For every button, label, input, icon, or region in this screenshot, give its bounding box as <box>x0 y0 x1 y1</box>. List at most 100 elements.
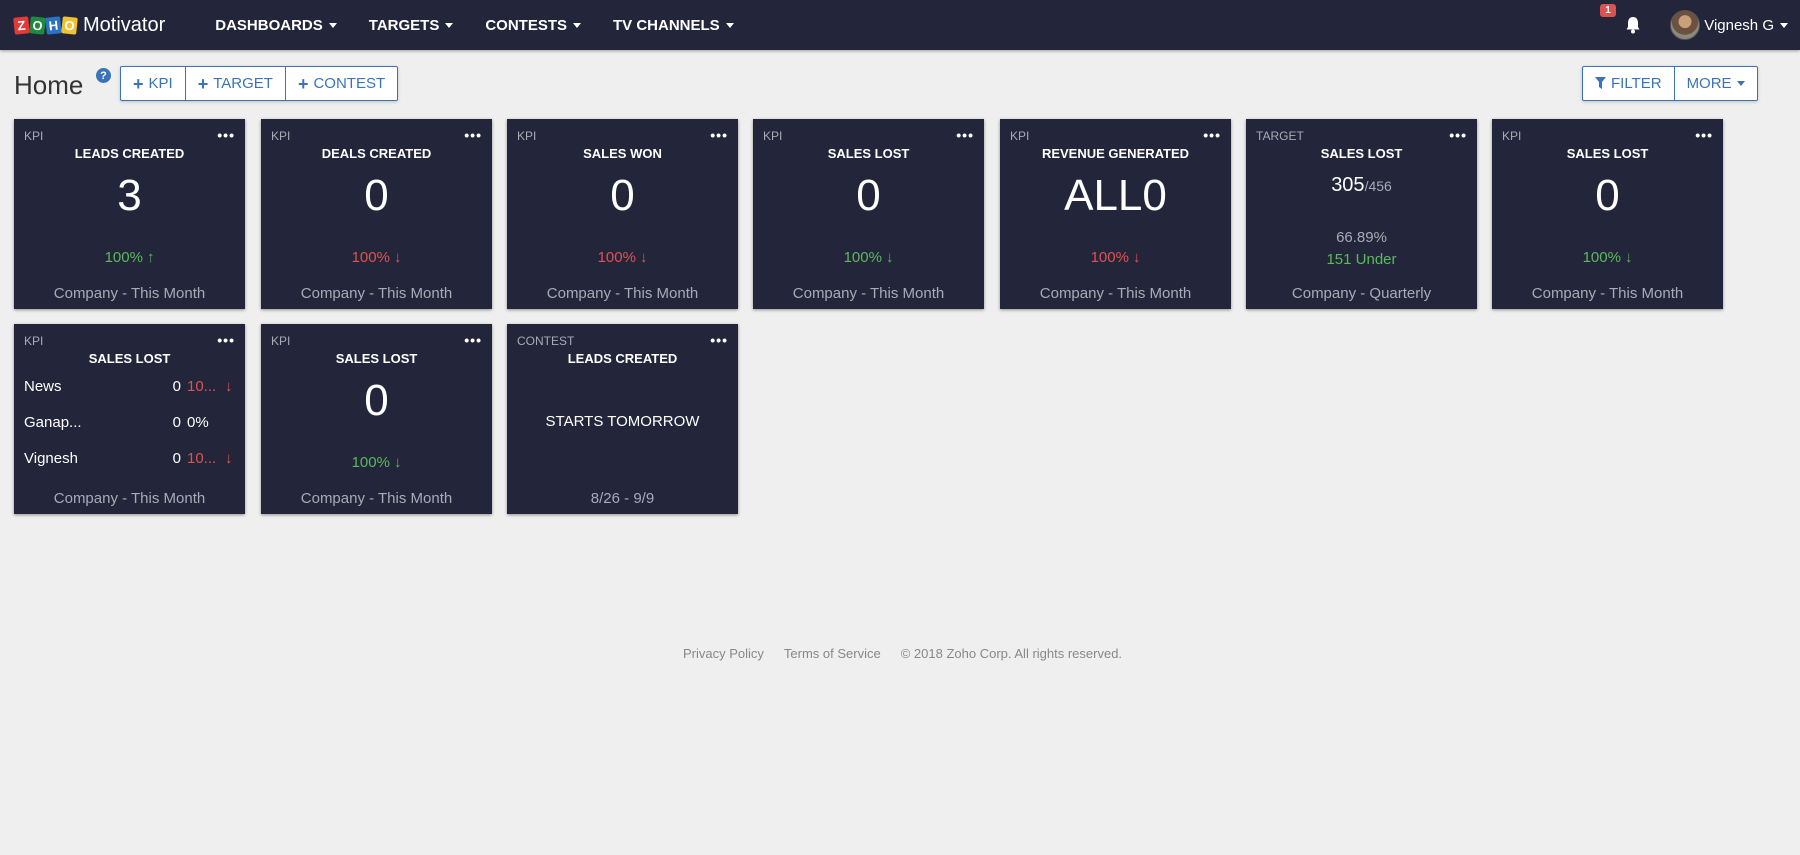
nav-contests[interactable]: CONTESTS <box>485 17 582 34</box>
card-footer: Company - This Month <box>53 490 206 507</box>
card-title: LEADS CREATED <box>567 351 678 366</box>
more-options-icon[interactable]: ••• <box>464 127 482 143</box>
card-change: 100% ↓ <box>351 454 402 471</box>
card-footer: Company - This Month <box>792 285 945 302</box>
nav-targets[interactable]: TARGETS <box>369 17 454 34</box>
card-value: 3 <box>117 171 142 220</box>
card-title: SALES WON <box>583 146 662 161</box>
arrow-down-icon: ↓ <box>225 377 233 395</box>
caret-down-icon <box>328 22 337 28</box>
kpi-card-revenue-generated[interactable]: KPI ••• REVENUE GENERATED ALL0 100% ↓ Com… <box>1000 119 1231 309</box>
card-footer: Company - This Month <box>53 285 206 302</box>
filter-button[interactable]: FILTER <box>1583 67 1675 100</box>
nav-tv-channels[interactable]: TV CHANNELS <box>613 17 734 34</box>
caret-down-icon <box>573 22 582 28</box>
card-title: REVENUE GENERATED <box>1041 146 1190 161</box>
more-options-icon[interactable]: ••• <box>956 127 974 143</box>
bell-icon <box>1626 17 1640 34</box>
card-footer: Company - This Month <box>300 285 453 302</box>
kpi-card-sales-lost-list[interactable]: KPI ••• SALES LOST News 0 10... ↓ Ganap.… <box>14 324 245 514</box>
card-type: KPI <box>1502 129 1522 143</box>
card-footer: Company - This Month <box>300 490 453 507</box>
card-title: SALES LOST <box>335 351 418 366</box>
card-title: SALES LOST <box>1566 146 1649 161</box>
kpi-card-sales-lost-2[interactable]: KPI ••• SALES LOST 0 100% ↓ Company - Thi… <box>1492 119 1723 309</box>
terms-of-service-link[interactable]: Terms of Service <box>784 646 881 661</box>
kpi-card-sales-won[interactable]: KPI ••• SALES WON 0 100% ↓ Company - This… <box>507 119 738 309</box>
card-change: 100% ↓ <box>1582 249 1633 266</box>
privacy-policy-link[interactable]: Privacy Policy <box>683 646 764 661</box>
card-type: CONTEST <box>517 334 575 348</box>
card-value: 0 <box>610 171 635 220</box>
filter-button-group: FILTER MORE <box>1582 66 1758 101</box>
caret-down-icon <box>725 22 734 28</box>
more-options-icon[interactable]: ••• <box>1203 127 1221 143</box>
list-item: Ganap... 0 0% <box>24 413 209 431</box>
caret-down-icon <box>1736 81 1745 86</box>
more-button[interactable]: MORE <box>1675 67 1757 100</box>
target-percent: 66.89% <box>1336 229 1387 246</box>
list-item: Vignesh 0 10... ↓ <box>24 448 239 468</box>
list-item: News 0 10... ↓ <box>24 376 239 396</box>
more-options-icon[interactable]: ••• <box>217 127 235 143</box>
kpi-card-sales-lost[interactable]: KPI ••• SALES LOST 0 100% ↓ Company - Thi… <box>753 119 984 309</box>
arrow-down-icon: ↓ <box>1132 249 1141 266</box>
more-options-icon[interactable]: ••• <box>1449 127 1467 143</box>
card-type: KPI <box>517 129 537 143</box>
caret-down-icon <box>445 22 454 28</box>
card-value: ALL0 <box>1064 171 1167 220</box>
card-type: KPI <box>271 334 291 348</box>
avatar[interactable] <box>1670 10 1701 40</box>
card-change: 100% ↑ <box>104 249 155 266</box>
page-footer: Privacy Policy Terms of Service © 2018 Z… <box>683 646 1122 661</box>
add-kpi-button[interactable]: + KPI <box>121 67 186 100</box>
card-title: DEALS CREATED <box>321 146 432 161</box>
card-value: 0 <box>1595 171 1620 220</box>
card-change: 100% ↓ <box>597 249 648 266</box>
arrow-down-icon: ↓ <box>1624 249 1633 266</box>
more-options-icon[interactable]: ••• <box>1695 127 1713 143</box>
add-contest-button[interactable]: + CONTEST <box>286 67 397 100</box>
card-value: 0 <box>364 376 389 425</box>
kpi-card-leads-created[interactable]: KPI ••• LEADS CREATED 3 100% ↑ Company - … <box>14 119 245 309</box>
card-change: 100% ↓ <box>1090 249 1141 266</box>
more-options-icon[interactable]: ••• <box>464 332 482 348</box>
add-target-button[interactable]: + TARGET <box>186 67 286 100</box>
card-title: SALES LOST <box>1320 146 1403 161</box>
user-menu[interactable]: Vignesh G <box>1704 17 1788 34</box>
notification-badge: 1 <box>1600 4 1616 17</box>
plus-icon: + <box>197 73 209 94</box>
top-navbar: Z O H O Motivator DASHBOARDS TARGETS CON… <box>0 0 1800 50</box>
card-change: 100% ↓ <box>351 249 402 266</box>
more-options-icon[interactable]: ••• <box>217 332 235 348</box>
card-type: KPI <box>1010 129 1030 143</box>
plus-icon: + <box>297 73 309 94</box>
target-progress: 305/456 <box>1331 174 1392 196</box>
page-title: Home <box>14 70 84 100</box>
card-footer: Company - Quarterly <box>1291 285 1432 302</box>
arrow-down-icon: ↓ <box>639 249 648 266</box>
kpi-card-deals-created[interactable]: KPI ••• DEALS CREATED 0 100% ↓ Company - … <box>261 119 492 309</box>
target-card-sales-lost[interactable]: TARGET ••• SALES LOST 305/456 66.89% 151… <box>1246 119 1477 309</box>
arrow-down-icon: ↓ <box>225 449 233 467</box>
kpi-card-sales-lost-3[interactable]: KPI ••• SALES LOST 0 100% ↓ Company - Thi… <box>261 324 492 514</box>
card-footer: Company - This Month <box>1039 285 1192 302</box>
card-value: 0 <box>856 171 881 220</box>
caret-down-icon <box>1780 22 1788 28</box>
card-title: LEADS CREATED <box>74 146 185 161</box>
arrow-down-icon: ↓ <box>393 249 402 266</box>
add-button-group: + KPI + TARGET + CONTEST <box>120 66 399 101</box>
more-options-icon[interactable]: ••• <box>710 332 728 348</box>
more-options-icon[interactable]: ••• <box>710 127 728 143</box>
brand[interactable]: Z O H O Motivator <box>13 13 166 37</box>
help-icon[interactable]: ? <box>96 68 111 83</box>
card-change: 100% ↓ <box>843 249 894 266</box>
nav-dashboards[interactable]: DASHBOARDS <box>215 17 337 34</box>
card-title: SALES LOST <box>88 351 171 366</box>
card-footer: Company - This Month <box>1531 285 1684 302</box>
notifications-button[interactable]: 1 <box>1600 4 1646 40</box>
card-title: SALES LOST <box>827 146 910 161</box>
arrow-down-icon: ↓ <box>885 249 894 266</box>
contest-card-leads-created[interactable]: CONTEST ••• LEADS CREATED STARTS TOMORRO… <box>507 324 738 514</box>
brand-name: Motivator <box>83 13 166 36</box>
